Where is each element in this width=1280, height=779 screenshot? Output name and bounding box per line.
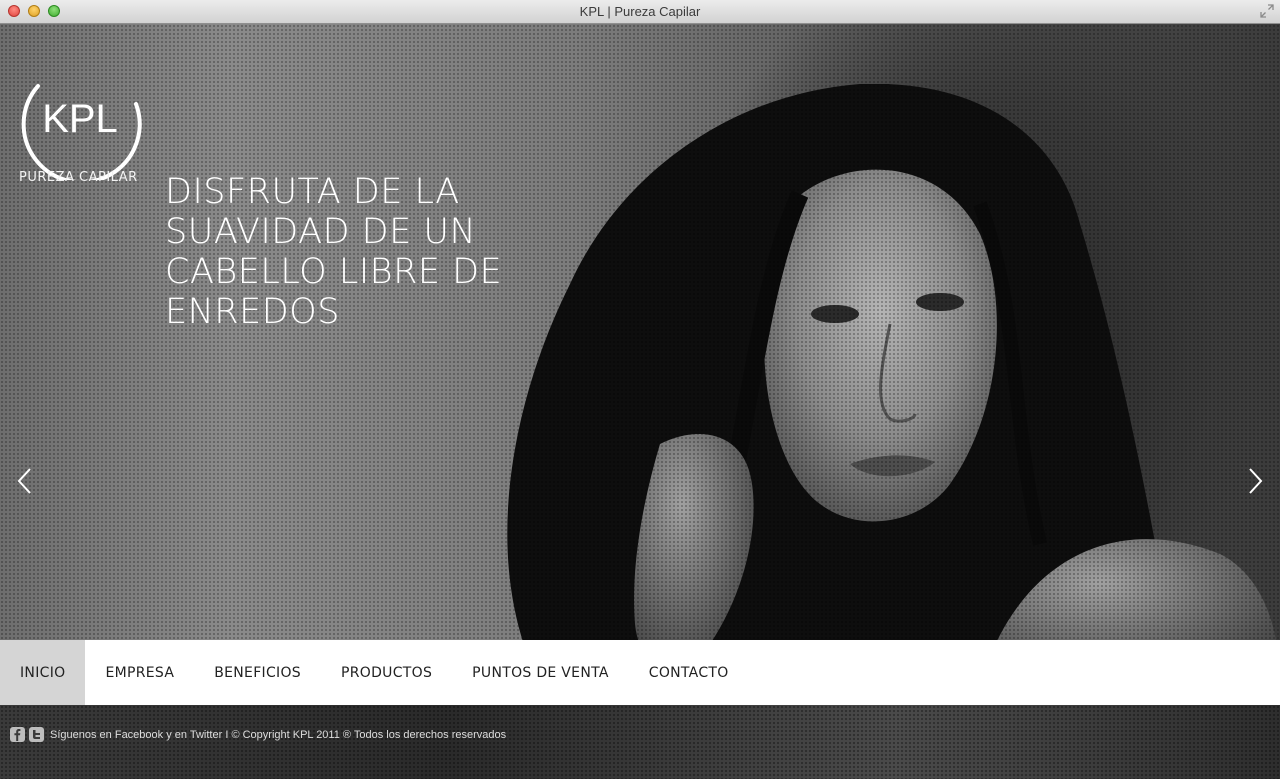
footer-text: Síguenos en Facebook y en Twitter I © Co… — [50, 729, 506, 741]
nav-item-beneficios[interactable]: BENEFICIOS — [194, 640, 321, 705]
footer-copyright: I © Copyright KPL 2011 ® Todos los derec… — [225, 729, 507, 741]
nav-item-inicio[interactable]: INICIO — [0, 640, 86, 705]
twitter-icon[interactable] — [29, 727, 44, 742]
main-nav: INICIO EMPRESA BENEFICIOS PRODUCTOS PUNT… — [0, 640, 1280, 705]
chevron-right-icon[interactable] — [1244, 466, 1266, 496]
window-title: KPL | Pureza Capilar — [579, 4, 701, 19]
kpl-logo[interactable]: KPL — [18, 56, 142, 180]
hero-dot-overlay — [0, 24, 1280, 640]
footer-follow-text: Síguenos en — [50, 729, 112, 741]
nav-item-puntos-de-venta[interactable]: PUNTOS DE VENTA — [452, 640, 629, 705]
hero-headline-line: DISFRUTA DE LA — [165, 172, 460, 212]
logo-mark: KPL — [42, 97, 118, 141]
nav-item-contacto[interactable]: CONTACTO — [629, 640, 749, 705]
hero-headline-line: SUAVIDAD DE UN — [165, 212, 477, 252]
footer-twitter-link[interactable]: Twitter — [190, 729, 222, 741]
footer-dot-overlay — [0, 705, 1280, 779]
nav-item-empresa[interactable]: EMPRESA — [85, 640, 194, 705]
footer-conj-text: y en — [166, 729, 188, 741]
hero-slider: KPL PUREZA CAPILAR DISFRUTA DE LA SUAVID… — [0, 24, 1280, 640]
logo-tagline: PUREZA CAPILAR — [19, 170, 138, 185]
hero-headline: DISFRUTA DE LA SUAVIDAD DE UN CABELLO LI… — [165, 172, 565, 332]
hero-headline-line: CABELLO LIBRE DE — [165, 252, 503, 292]
chevron-left-icon[interactable] — [14, 466, 36, 496]
footer: Síguenos en Facebook y en Twitter I © Co… — [0, 705, 1280, 779]
nav-item-productos[interactable]: PRODUCTOS — [321, 640, 452, 705]
hero-headline-line: ENREDOS — [165, 292, 340, 332]
facebook-icon[interactable] — [10, 727, 25, 742]
window-titlebar: KPL | Pureza Capilar — [0, 0, 1280, 24]
fullscreen-icon[interactable] — [1260, 4, 1274, 18]
footer-facebook-link[interactable]: Facebook — [115, 729, 163, 741]
